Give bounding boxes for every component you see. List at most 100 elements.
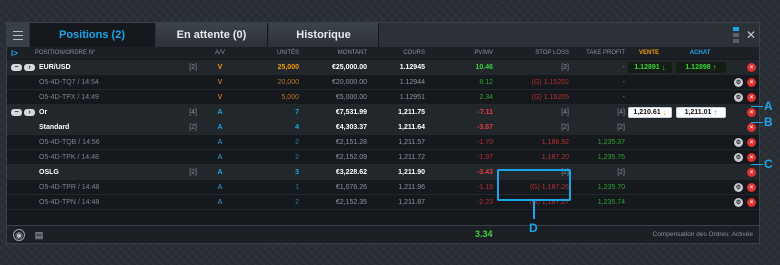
buy-quote[interactable]: 1.12898 ↑ [676, 62, 726, 73]
sell-quote[interactable]: 1,210.61 ↓ [628, 107, 672, 118]
header-pvmv[interactable]: PV/MV [425, 47, 493, 59]
side: A [217, 199, 223, 206]
gear-icon[interactable]: ⚙ [734, 78, 743, 87]
settings-icon[interactable]: ◉ [13, 229, 25, 241]
take-profit[interactable]: - [569, 90, 625, 105]
close-group-icon[interactable]: × [747, 123, 756, 132]
amount: €1,076.26 [335, 184, 367, 191]
amount: €2,152.09 [335, 154, 367, 161]
position-name: Or [39, 109, 48, 116]
take-profit[interactable]: - [569, 60, 625, 75]
close-order-icon[interactable]: × [747, 198, 756, 207]
gear-icon[interactable]: ⚙ [734, 153, 743, 162]
units: 3 [295, 169, 299, 176]
position-count: [4] [189, 109, 197, 116]
close-position-icon[interactable]: × [747, 108, 756, 117]
close-order-icon[interactable]: × [747, 78, 756, 87]
take-profit[interactable]: [4] [569, 105, 625, 120]
header-units[interactable]: UNITÉS [235, 47, 299, 59]
table-row[interactable]: O5-4D-TQ7 / 14:54 V 20,000 €20,000.00 1.… [7, 75, 759, 90]
table-row[interactable]: O5-4D-TPK / 14:48 A 2 €2,152.09 1,211.72… [7, 150, 759, 165]
table-row[interactable]: O5-4D-TPX / 14:49 V 5,000 €5,000.00 1.12… [7, 90, 759, 105]
menu-icon[interactable] [7, 23, 29, 47]
order-id: O5-4D-TPK / 14:48 [39, 154, 99, 161]
units: 4 [295, 124, 299, 131]
profit-loss: -1.97 [477, 154, 493, 161]
close-group-icon[interactable]: × [747, 168, 756, 177]
collapse-icon[interactable]: − [11, 109, 22, 116]
side: A [217, 139, 223, 146]
buy-price: 1,211.01 [684, 109, 712, 116]
arrow-down-icon: ↓ [661, 63, 666, 72]
close-order-icon[interactable]: × [747, 138, 756, 147]
stop-loss[interactable]: 1,186.92 [493, 135, 569, 150]
resize-grip-icon[interactable] [731, 23, 741, 47]
header-take-profit[interactable]: TAKE PROFIT [569, 47, 625, 59]
take-profit[interactable]: - [569, 75, 625, 90]
row-controls: − › [11, 105, 39, 120]
profit-loss: -7.11 [477, 109, 493, 116]
header-av[interactable]: A/V [205, 47, 235, 59]
tab-history[interactable]: Historique [269, 23, 379, 47]
positions-panel: Positions (2) En attente (0) Historique … [6, 22, 760, 244]
order-id: O5-4D-TPN / 14:48 [39, 199, 100, 206]
profit-loss: -1.19 [477, 184, 493, 191]
stop-loss[interactable]: 1,187.20 [493, 150, 569, 165]
take-profit[interactable]: 1,235.70 [569, 180, 625, 195]
tab-pending[interactable]: En attente (0) [156, 23, 268, 47]
stop-loss[interactable]: [2] [493, 120, 569, 135]
callout-d-label: D [529, 221, 538, 235]
close-order-icon[interactable]: × [747, 93, 756, 102]
price: 1.12945 [399, 64, 425, 71]
sell-quote[interactable]: 1.12891 ↓ [628, 62, 672, 73]
table-row[interactable]: OSLG [2] A 3 €3,228.62 1,211.90 -3.43 [2… [7, 165, 759, 180]
price: 1,211.57 [398, 139, 425, 146]
take-profit[interactable]: [2] [569, 165, 625, 180]
collapse-icon[interactable]: − [11, 64, 22, 71]
close-order-icon[interactable]: × [747, 183, 756, 192]
take-profit[interactable]: 1,235.74 [569, 195, 625, 210]
chevron-right-icon[interactable]: › [24, 109, 35, 116]
take-profit[interactable]: [2] [569, 120, 625, 135]
gear-icon[interactable]: ⚙ [734, 93, 743, 102]
stop-loss[interactable]: [4] [493, 105, 569, 120]
header-stop-loss[interactable]: STOP LOSS [493, 47, 569, 59]
print-icon[interactable]: ▤ [33, 229, 45, 241]
header-position[interactable]: POSITION/ORDRE N° [35, 47, 205, 59]
callout-c-label: C [764, 157, 773, 171]
profit-loss: -1.70 [477, 139, 493, 146]
total-profit-loss: 3.34 [475, 229, 493, 239]
take-profit[interactable]: 1,235.37 [569, 135, 625, 150]
gear-icon[interactable]: ⚙ [734, 138, 743, 147]
table-row[interactable]: O5-4D-TQB / 14:56 A 2 €2,151.28 1,211.57… [7, 135, 759, 150]
buy-price: 1.12898 [685, 64, 711, 71]
stop-loss-highlight [497, 169, 571, 201]
profit-loss: -2.23 [477, 199, 493, 206]
header-amount[interactable]: MONTANT [299, 47, 367, 59]
table-row[interactable]: O5-4D-TPN / 14:48 A 2 €2,152.35 1,211.87… [7, 195, 759, 210]
profit-loss: -3.67 [477, 124, 493, 131]
stop-loss[interactable]: (G) 1.15205 [493, 90, 569, 105]
header-cours[interactable]: COURS [367, 47, 425, 59]
order-id: O5-4D-TQB / 14:56 [39, 139, 100, 146]
price: 1,211.64 [398, 124, 425, 131]
close-position-icon[interactable]: × [747, 63, 756, 72]
buy-quote[interactable]: 1,211.01 ↑ [676, 107, 726, 118]
expand-all-icon[interactable]: I> [11, 47, 27, 59]
close-icon[interactable]: ✕ [743, 23, 759, 47]
chevron-right-icon[interactable]: › [24, 64, 35, 71]
stop-loss[interactable]: (G) 1.15202 [493, 75, 569, 90]
table-row[interactable]: O5-4D-TPR / 14:48 A 1 €1,076.26 1,211.96… [7, 180, 759, 195]
amount: €25,000.00 [331, 64, 367, 71]
position-count: [2] [189, 169, 197, 176]
close-order-icon[interactable]: × [747, 153, 756, 162]
table-row[interactable]: − › Or [4] A 7 €7,531.99 1,211.75 -7.11 … [7, 105, 759, 120]
amount: €2,151.28 [335, 139, 367, 146]
gear-icon[interactable]: ⚙ [734, 183, 743, 192]
take-profit[interactable]: 1,235.76 [569, 150, 625, 165]
gear-icon[interactable]: ⚙ [734, 198, 743, 207]
tab-positions[interactable]: Positions (2) [30, 23, 155, 47]
stop-loss[interactable]: [2] [493, 60, 569, 75]
table-row[interactable]: Standard [2] A 4 €4,303.37 1,211.64 -3.6… [7, 120, 759, 135]
table-row[interactable]: − › EUR/USD [2] V 25,000 €25,000.00 1.12… [7, 60, 759, 75]
